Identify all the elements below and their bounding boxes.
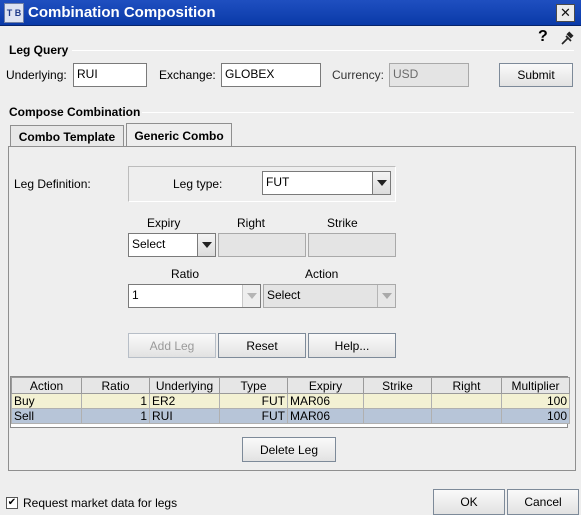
delete-leg-button[interactable]: Delete Leg	[242, 437, 336, 462]
compose-combination-title: Compose Combination	[9, 105, 141, 119]
underlying-label: Underlying:	[6, 68, 67, 82]
underlying-input[interactable]: RUI	[73, 63, 147, 87]
window-title: Combination Composition	[28, 4, 216, 21]
chevron-down-icon[interactable]	[372, 172, 390, 194]
strike-label: Strike	[327, 216, 358, 230]
cell-right	[431, 393, 502, 409]
cell-type: FUT	[219, 393, 288, 409]
chevron-down-icon	[242, 285, 260, 307]
expiry-select[interactable]: Select	[128, 233, 216, 257]
tab-generic-combo[interactable]: Generic Combo	[126, 123, 232, 147]
column-header-ratio[interactable]: Ratio	[81, 377, 150, 394]
close-button[interactable]: ✕	[556, 4, 575, 22]
cancel-button[interactable]: Cancel	[507, 489, 579, 515]
currency-label: Currency:	[332, 68, 385, 82]
column-header-multiplier[interactable]: Multiplier	[501, 377, 570, 394]
leg-query-divider	[72, 50, 574, 51]
close-icon: ✕	[560, 5, 571, 21]
column-header-strike[interactable]: Strike	[363, 377, 432, 394]
add-leg-button[interactable]: Add Leg	[128, 333, 216, 358]
help-icon[interactable]: ?	[538, 28, 548, 46]
ratio-value[interactable]: 1	[129, 285, 242, 307]
check-icon: ✔	[7, 497, 17, 508]
cell-expiry: MAR06	[287, 393, 364, 409]
cell-right	[431, 408, 502, 424]
legs-table: Action Ratio Underlying Type Expiry Stri…	[11, 377, 570, 424]
request-market-data-label[interactable]: Request market data for legs	[23, 496, 177, 510]
leg-type-label: Leg type:	[173, 177, 223, 191]
cell-underlying: RUI	[149, 408, 220, 424]
currency-field: USD	[389, 63, 469, 87]
chevron-down-icon	[377, 285, 395, 307]
reset-button[interactable]: Reset	[218, 333, 306, 358]
table-row[interactable]: Buy 1 ER2 FUT MAR06 100	[11, 393, 570, 409]
legs-table-container: Action Ratio Underlying Type Expiry Stri…	[10, 376, 570, 428]
leg-query-title: Leg Query	[9, 43, 69, 57]
help-button[interactable]: Help...	[308, 333, 396, 358]
right-label: Right	[237, 216, 266, 230]
ratio-combo[interactable]: 1	[128, 284, 261, 308]
cell-action: Buy	[11, 393, 82, 409]
compose-divider	[142, 112, 574, 113]
cell-action: Sell	[11, 408, 82, 424]
column-header-right[interactable]: Right	[431, 377, 502, 394]
action-select[interactable]: Select	[263, 284, 396, 308]
leg-type-value: FUT	[266, 175, 290, 189]
leg-type-select[interactable]: FUT	[262, 171, 391, 195]
cell-expiry: MAR06	[287, 408, 364, 424]
ratio-label: Ratio	[171, 267, 200, 281]
action-value: Select	[267, 288, 301, 302]
cell-type: FUT	[219, 408, 288, 424]
strike-field	[308, 233, 396, 257]
right-field	[218, 233, 306, 257]
app-icon: T B	[4, 3, 24, 23]
action-label: Action	[305, 267, 339, 281]
tab-combo-template[interactable]: Combo Template	[10, 125, 124, 147]
cell-strike	[363, 393, 432, 409]
request-market-data-checkbox[interactable]: ✔	[6, 497, 18, 509]
exchange-input[interactable]: GLOBEX	[221, 63, 321, 87]
table-header-row: Action Ratio Underlying Type Expiry Stri…	[11, 377, 570, 394]
cell-ratio: 1	[81, 408, 150, 424]
expiry-label: Expiry	[147, 216, 181, 230]
column-header-action[interactable]: Action	[11, 377, 82, 394]
column-header-underlying[interactable]: Underlying	[149, 377, 220, 394]
leg-definition-label: Leg Definition:	[14, 177, 91, 191]
expiry-value: Select	[132, 237, 166, 251]
submit-button[interactable]: Submit	[499, 63, 573, 87]
ok-button[interactable]: OK	[433, 489, 505, 515]
chevron-down-icon[interactable]	[197, 234, 215, 256]
cell-underlying: ER2	[149, 393, 220, 409]
pin-icon[interactable]	[560, 30, 576, 46]
cell-multiplier: 100	[501, 408, 570, 424]
cell-ratio: 1	[81, 393, 150, 409]
cell-multiplier: 100	[501, 393, 570, 409]
exchange-label: Exchange:	[159, 68, 216, 82]
column-header-expiry[interactable]: Expiry	[287, 377, 364, 394]
column-header-type[interactable]: Type	[219, 377, 288, 394]
table-row[interactable]: Sell 1 RUI FUT MAR06 100	[11, 408, 570, 424]
cell-strike	[363, 408, 432, 424]
